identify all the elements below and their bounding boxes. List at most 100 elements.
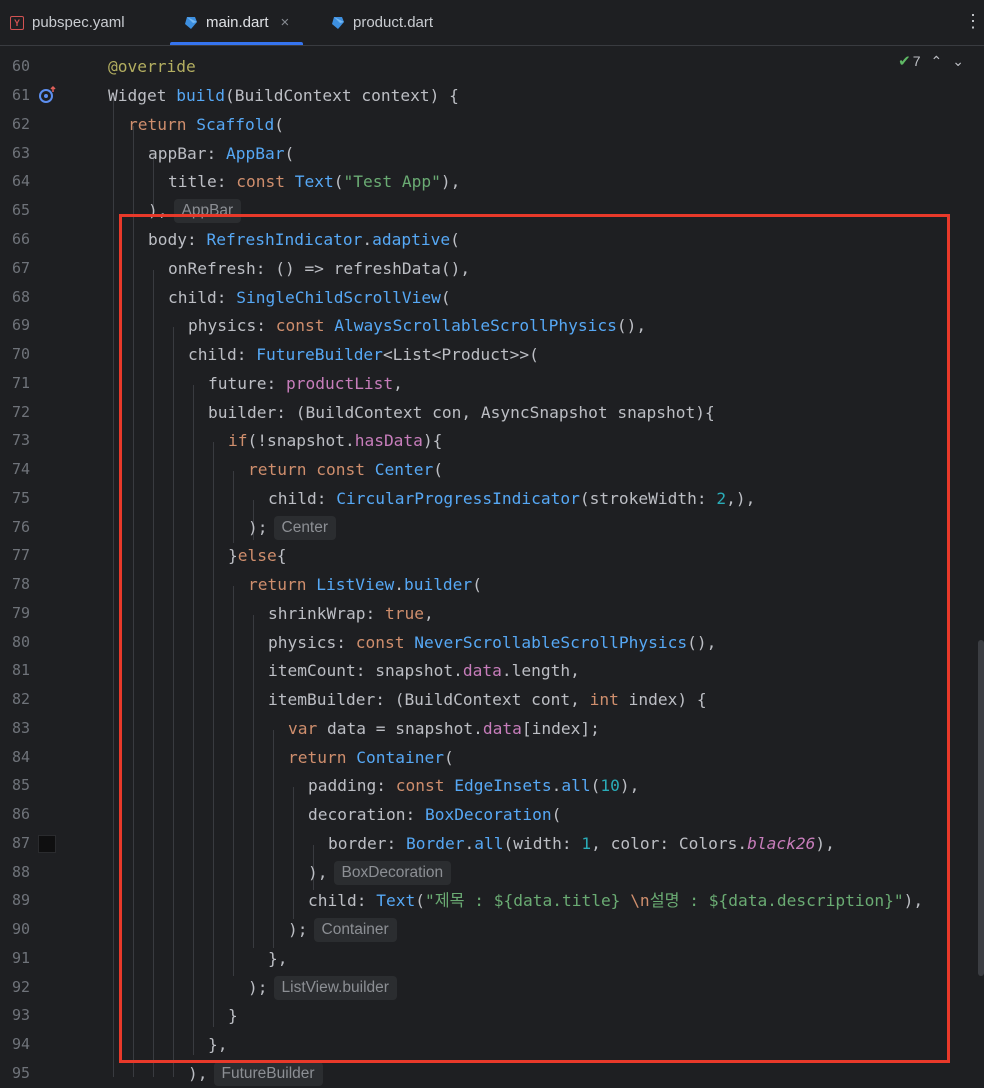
- tab-label: pubspec.yaml: [32, 14, 125, 31]
- inlay-hint-center: Center: [273, 515, 337, 540]
- line-number: 77: [11, 546, 30, 564]
- code-line-80: physics: const NeverScrollableScrollPhys…: [268, 633, 717, 652]
- indent-guide: [233, 586, 234, 976]
- code-line-90: ); Container: [288, 915, 397, 944]
- line-number: 73: [11, 431, 30, 449]
- line-number: 79: [11, 604, 30, 622]
- line-number: 78: [11, 575, 30, 593]
- inspection-count: 7: [912, 53, 921, 69]
- line-number: 92: [11, 978, 30, 996]
- code-line-63: appBar: AppBar(: [148, 144, 295, 163]
- line-number: 94: [11, 1035, 30, 1053]
- line-number: 75: [11, 489, 30, 507]
- code-line-65: ), AppBar: [148, 196, 242, 225]
- line-number: 84: [11, 748, 30, 766]
- inlay-hint-listview-builder: ListView.builder: [273, 975, 397, 1000]
- code-line-82: itemBuilder: (BuildContext cont, int ind…: [268, 690, 707, 709]
- line-number: 86: [11, 805, 30, 823]
- indent-guide: [253, 615, 254, 948]
- code-line-60: @override: [108, 57, 196, 76]
- line-number: 64: [11, 172, 30, 190]
- line-number: 91: [11, 949, 30, 967]
- line-number: 80: [11, 633, 30, 651]
- code-line-85: padding: const EdgeInsets.all(10),: [308, 776, 640, 795]
- color-preview-swatch[interactable]: [38, 835, 56, 853]
- line-number: 63: [11, 144, 30, 162]
- line-number: 85: [11, 776, 30, 794]
- tab-product-dart[interactable]: product.dart: [331, 0, 433, 45]
- code-line-77: }else{: [228, 546, 287, 565]
- line-number: 69: [11, 316, 30, 334]
- line-number: 74: [11, 460, 30, 478]
- code-line-71: future: productList,: [208, 374, 403, 393]
- code-line-76: ); Center: [248, 513, 337, 542]
- line-number: 61: [11, 86, 30, 104]
- line-number-gutter: 60 61 62 63 64 65 66 67 68 69 70 71 72 7…: [0, 45, 86, 1082]
- line-number: 93: [11, 1006, 30, 1024]
- check-icon: ✔: [898, 53, 911, 70]
- tab-pubspec-yaml[interactable]: Y pubspec.yaml: [10, 0, 125, 45]
- more-options-icon[interactable]: ⋮: [964, 10, 982, 34]
- previous-highlight-icon[interactable]: ⌃: [931, 53, 943, 70]
- code-line-92: ); ListView.builder: [248, 973, 397, 1002]
- tab-main-dart[interactable]: main.dart ×: [170, 0, 304, 45]
- code-line-86: decoration: BoxDecoration(: [308, 805, 562, 824]
- indent-guide: [173, 327, 174, 1077]
- code-line-68: child: SingleChildScrollView(: [168, 288, 451, 307]
- inlay-hint-appbar: AppBar: [173, 198, 242, 223]
- code-line-95: ), FutureBuilder: [188, 1059, 323, 1088]
- inlay-hint-boxdecoration: BoxDecoration: [333, 860, 452, 885]
- code-line-88: ), BoxDecoration: [308, 858, 452, 887]
- code-line-66: body: RefreshIndicator.adaptive(: [148, 230, 460, 249]
- line-number: 89: [11, 891, 30, 909]
- inlay-hint-futurebuilder: FutureBuilder: [213, 1061, 323, 1086]
- indent-guide: [293, 787, 294, 919]
- indent-guide: [113, 97, 114, 1077]
- tab-label: main.dart: [206, 14, 269, 31]
- line-number: 88: [11, 863, 30, 881]
- indent-guide: [193, 385, 194, 1055]
- line-number: 82: [11, 690, 30, 708]
- code-line-81: itemCount: snapshot.data.length,: [268, 661, 580, 680]
- code-line-94: },: [208, 1035, 228, 1054]
- code-line-70: child: FutureBuilder<List<Product>>(: [188, 345, 539, 364]
- next-highlight-icon[interactable]: ⌄: [952, 53, 964, 70]
- code-line-91: },: [268, 949, 288, 968]
- line-number: 60: [11, 57, 30, 75]
- indent-guide: [153, 270, 154, 1077]
- line-number: 81: [11, 661, 30, 679]
- indent-guide: [273, 730, 274, 948]
- line-number: 87: [11, 834, 30, 852]
- indent-guide: [133, 126, 134, 1077]
- override-method-icon[interactable]: [38, 85, 58, 105]
- code-line-73: if(!snapshot.hasData){: [228, 431, 443, 450]
- inspection-widget[interactable]: ✔ 7 ⌃ ⌄: [898, 52, 964, 71]
- line-number: 83: [11, 719, 30, 737]
- line-number: 76: [11, 518, 30, 536]
- line-number: 90: [11, 920, 30, 938]
- line-number: 70: [11, 345, 30, 363]
- code-line-83: var data = snapshot.data[index];: [288, 719, 600, 738]
- code-line-64: title: const Text("Test App"),: [168, 172, 461, 191]
- indent-guide: [233, 471, 234, 543]
- code-line-69: physics: const AlwaysScrollableScrollPhy…: [188, 316, 647, 335]
- line-number: 62: [11, 115, 30, 133]
- code-line-87: border: Border.all(width: 1, color: Colo…: [328, 834, 835, 853]
- code-editor[interactable]: @override Widget build(BuildContext cont…: [86, 45, 984, 1086]
- dart-file-icon: [332, 16, 344, 29]
- line-number: 67: [11, 259, 30, 277]
- editor-tab-bar: Y pubspec.yaml main.dart × product.dart …: [0, 0, 984, 46]
- code-line-79: shrinkWrap: true,: [268, 604, 434, 623]
- code-line-62: return Scaffold(: [128, 115, 284, 134]
- code-line-75: child: CircularProgressIndicator(strokeW…: [268, 489, 756, 508]
- dart-file-icon: [185, 16, 197, 29]
- tab-label: product.dart: [353, 14, 434, 31]
- code-line-67: onRefresh: () => refreshData(),: [168, 259, 471, 278]
- line-number: 68: [11, 288, 30, 306]
- line-number: 65: [11, 201, 30, 219]
- close-tab-icon[interactable]: ×: [281, 14, 290, 31]
- line-number: 66: [11, 230, 30, 248]
- code-line-89: child: Text("제목 : ${data.title} \n설명 : $…: [308, 891, 924, 910]
- vertical-scrollbar[interactable]: [978, 640, 984, 976]
- code-line-61: Widget build(BuildContext context) {: [108, 86, 459, 105]
